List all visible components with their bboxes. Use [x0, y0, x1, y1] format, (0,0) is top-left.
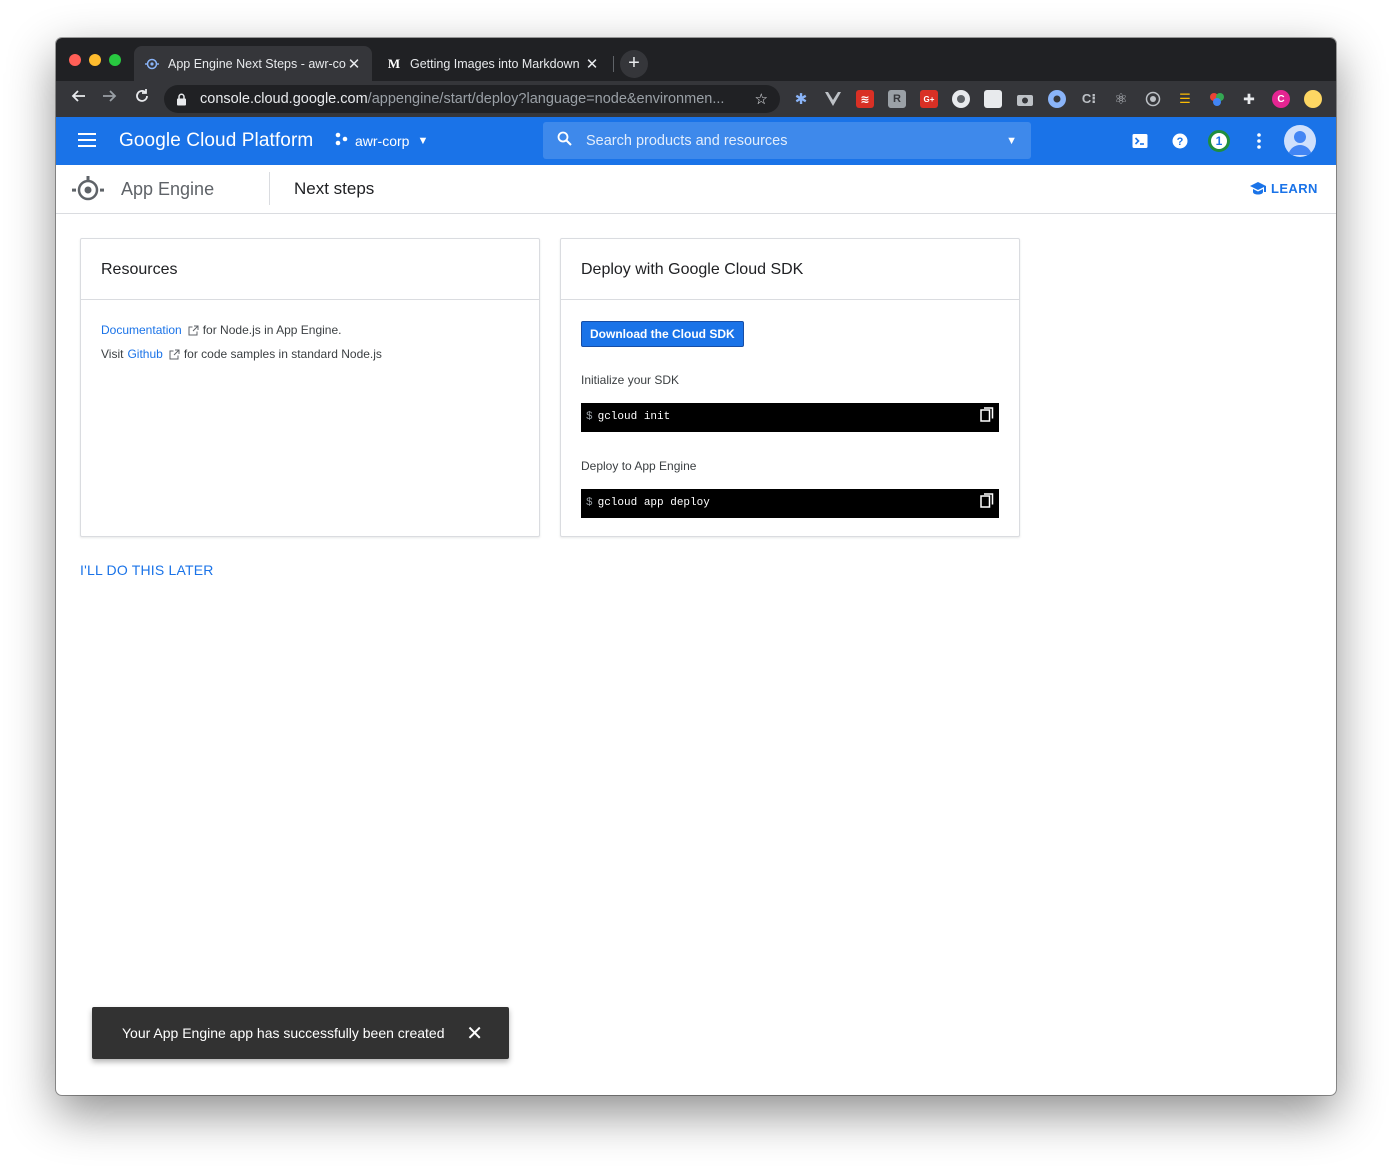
hamburger-menu-icon[interactable] [78, 133, 96, 147]
deploy-app-label: Deploy to App Engine [581, 459, 697, 473]
close-window-button[interactable] [69, 54, 81, 66]
github-link[interactable]: Github [127, 347, 162, 361]
resources-card: Resources Documentation for Node.js in A… [80, 238, 540, 537]
help-icon[interactable]: ? [1168, 129, 1192, 153]
deploy-command: gcloud app deploy [597, 497, 710, 509]
tab-app-engine[interactable]: App Engine Next Steps - awr-corp ✕ [134, 46, 372, 81]
school-cap-icon [1250, 182, 1266, 195]
puzzle-extensions-icon[interactable]: ✚ [1240, 90, 1258, 108]
profile-avatar[interactable]: C [1272, 90, 1290, 108]
record-extension-icon[interactable] [952, 90, 970, 108]
chevron-down-icon: ▼ [417, 134, 429, 147]
search-icon [557, 131, 572, 151]
close-icon[interactable]: ✕ [466, 1021, 483, 1046]
snackbar-message: Your App Engine app has successfully bee… [122, 1025, 445, 1041]
documentation-link[interactable]: Documentation [101, 323, 182, 337]
success-snackbar: Your App Engine app has successfully bee… [92, 1007, 509, 1059]
app-engine-logo-icon [71, 175, 105, 203]
bookmark-star-icon[interactable]: ☆ [755, 90, 768, 108]
learn-label: LEARN [1271, 181, 1318, 196]
service-name: App Engine [121, 179, 215, 199]
browser-toolbar: console.cloud.google.com/appengine/start… [56, 81, 1336, 117]
tab-strip: App Engine Next Steps - awr-corp ✕ M Get… [56, 38, 1336, 81]
search-bar[interactable]: ▼ [543, 122, 1031, 159]
account-avatar[interactable] [1284, 125, 1316, 157]
url-path: /appengine/start/deploy?language=node&en… [367, 91, 725, 107]
header-divider [269, 172, 270, 205]
tab-separator [613, 56, 614, 72]
project-dots-icon [334, 132, 348, 149]
code-block-deploy: $ gcloud app deploy [581, 489, 999, 518]
card-title: Deploy with Google Cloud SDK [561, 239, 1019, 300]
color-extension-icon[interactable] [1208, 90, 1226, 108]
maximize-window-button[interactable] [109, 54, 121, 66]
update-indicator-icon[interactable] [1304, 90, 1322, 108]
google-plus-extension-icon[interactable]: G+ [920, 90, 938, 108]
project-name: awr-corp [355, 132, 410, 149]
resource-line-github: Visit Github for code samples in standar… [101, 342, 519, 366]
notification-count: 1 [1208, 130, 1230, 152]
resource-text: for code samples in standard Node.js [183, 347, 382, 361]
notifications-badge[interactable]: 1 [1207, 129, 1231, 153]
page-header: App Engine Next steps LEARN [56, 165, 1336, 214]
gcp-header: Google Cloud Platform awr-corp ▼ ▼ ? 1 [56, 117, 1336, 165]
red-extension-icon[interactable]: ≋ [856, 90, 874, 108]
tab-title: Getting Images into Markdown [410, 56, 580, 71]
external-link-icon [169, 349, 180, 360]
app-engine-favicon-icon [144, 56, 160, 72]
reload-icon[interactable] [131, 88, 153, 110]
download-sdk-button[interactable]: Download the Cloud SDK [581, 321, 744, 347]
react-extension-icon[interactable]: ⚛ [1112, 90, 1130, 108]
cloud-shell-icon[interactable] [1128, 129, 1152, 153]
tab-close-icon[interactable]: ✕ [346, 55, 362, 73]
camera-extension-icon[interactable] [1016, 90, 1034, 108]
resource-prefix: Visit [101, 347, 124, 361]
svg-text:?: ? [1177, 136, 1184, 148]
more-vert-icon[interactable] [1247, 129, 1271, 153]
medium-favicon-icon: M [387, 55, 401, 71]
card-title: Resources [81, 239, 539, 300]
page-extension-icon[interactable] [984, 90, 1002, 108]
forward-icon[interactable] [99, 88, 121, 110]
init-command: gcloud init [597, 411, 671, 423]
code-block-init: $ gcloud init [581, 403, 999, 432]
r-extension-icon[interactable]: R [888, 90, 906, 108]
gear-extension-icon[interactable]: ✱ [792, 90, 810, 108]
minimize-window-button[interactable] [89, 54, 101, 66]
browser-window: App Engine Next Steps - awr-corp ✕ M Get… [56, 38, 1336, 1095]
learn-button[interactable]: LEARN [1250, 181, 1318, 196]
copy-icon[interactable] [980, 493, 994, 508]
external-link-icon [188, 325, 199, 336]
shell-prompt: $ [586, 411, 593, 423]
ring-extension-icon[interactable] [1048, 90, 1066, 108]
url-host: console.cloud.google.com [200, 91, 368, 107]
search-input[interactable] [586, 132, 1007, 149]
back-icon[interactable] [67, 88, 89, 110]
deploy-sdk-card: Deploy with Google Cloud SDK Download th… [560, 238, 1020, 537]
do-this-later-link[interactable]: I'LL DO THIS LATER [80, 562, 214, 578]
ci-extension-icon[interactable]: C⁝ [1080, 90, 1098, 108]
address-bar[interactable]: console.cloud.google.com/appengine/start… [164, 85, 780, 113]
shell-prompt: $ [586, 497, 593, 509]
tab-close-icon[interactable]: ✕ [584, 55, 600, 73]
copy-icon[interactable] [980, 407, 994, 422]
tab-title: App Engine Next Steps - awr-corp [168, 56, 346, 71]
project-selector[interactable]: awr-corp ▼ [334, 132, 428, 149]
lock-icon [176, 92, 190, 106]
resource-line-documentation: Documentation for Node.js in App Engine. [101, 318, 519, 342]
target-extension-icon[interactable] [1144, 90, 1162, 108]
new-tab-button[interactable]: + [620, 50, 648, 78]
search-dropdown-icon[interactable]: ▼ [1006, 135, 1017, 147]
init-sdk-label: Initialize your SDK [581, 373, 680, 387]
tab-markdown[interactable]: M Getting Images into Markdown ✕ [376, 46, 610, 81]
url-text: console.cloud.google.com/appengine/start… [200, 91, 747, 107]
page-title: Next steps [294, 179, 375, 198]
resource-text: for Node.js in App Engine. [202, 323, 342, 337]
gcp-brand[interactable]: Google Cloud Platform [119, 130, 313, 152]
vue-extension-icon[interactable] [824, 90, 842, 108]
list-extension-icon[interactable]: ☰ [1176, 90, 1194, 108]
